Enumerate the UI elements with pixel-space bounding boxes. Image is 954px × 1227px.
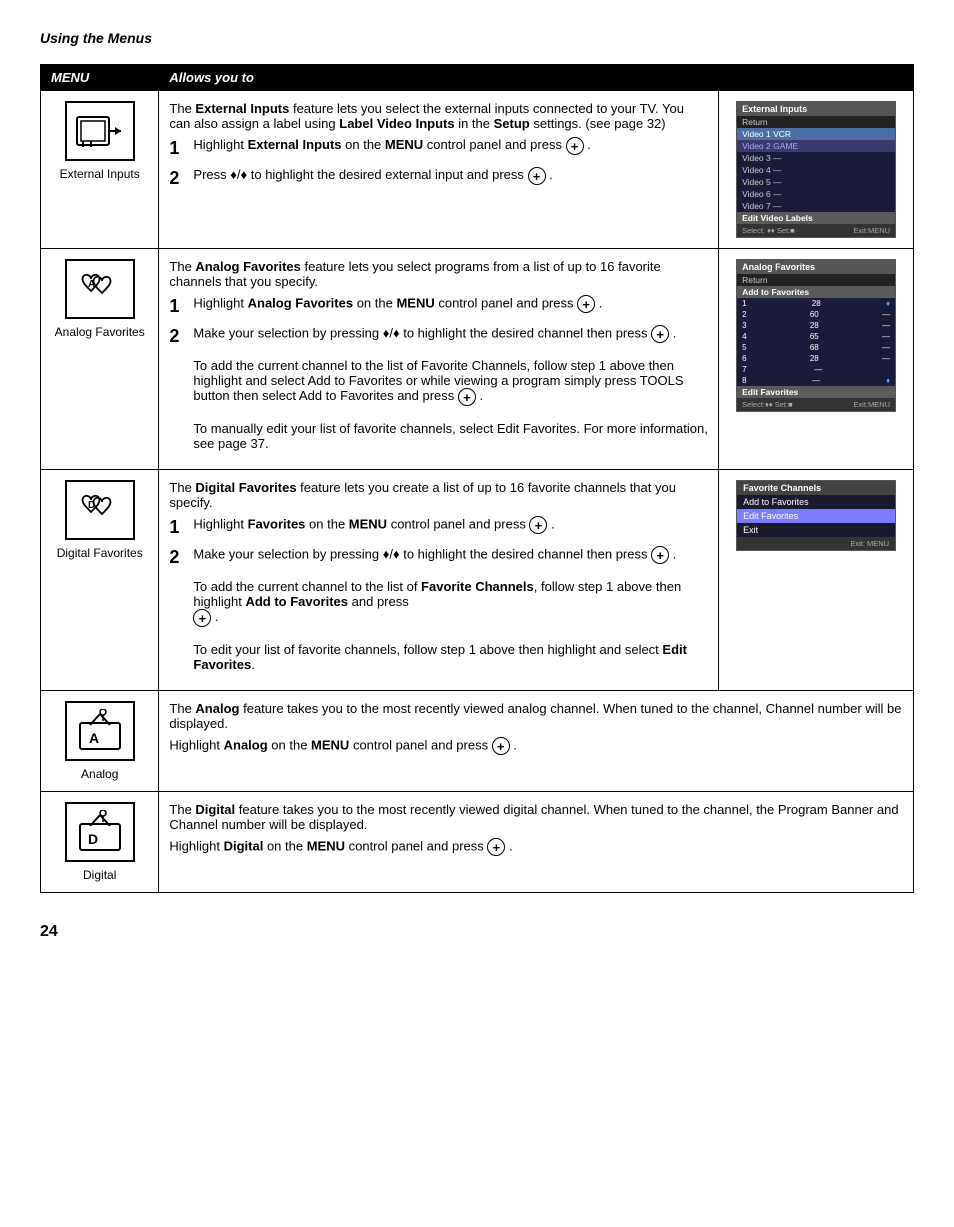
external-inputs-label: External Inputs (51, 167, 148, 181)
external-inputs-icon-cell: External Inputs (41, 91, 159, 249)
digital-icon-cell: D Digital (41, 792, 159, 893)
external-inputs-content: The External Inputs feature lets you sel… (159, 91, 719, 249)
analog-instruction: Highlight Analog on the MENU control pan… (169, 737, 903, 755)
row-digital-favorites: D Digital Favorites The Digital Favorite… (41, 470, 914, 691)
ei-step-2: 2 Press ♦/♦ to highlight the desired ext… (169, 167, 708, 189)
circle-btn-df-1: + (529, 516, 547, 534)
digital-favorites-screen: Favorite Channels Add to Favorites Edit … (719, 470, 914, 691)
digital-text: The Digital feature takes you to the mos… (169, 802, 903, 832)
svg-text:A: A (89, 730, 99, 746)
digital-content: The Digital feature takes you to the mos… (159, 792, 914, 893)
col-allows-header: Allows you to (159, 65, 914, 91)
analog-favorites-label: Analog Favorites (51, 325, 148, 339)
page-title: Using the Menus (40, 30, 914, 46)
row-digital: D Digital The Digital feature takes you … (41, 792, 914, 893)
df-step-2: 2 Make your selection by pressing ♦/♦ to… (169, 546, 708, 672)
page-number: 24 (40, 923, 914, 941)
circle-btn-af-3: + (458, 388, 476, 406)
circle-btn-analog: + (492, 737, 510, 755)
ei-step-1: 1 Highlight External Inputs on the MENU … (169, 137, 708, 159)
af-step-2: 2 Make your selection by pressing ♦/♦ to… (169, 325, 708, 451)
analog-icon: A (65, 701, 135, 761)
af-step-1: 1 Highlight Analog Favorites on the MENU… (169, 295, 708, 317)
digital-favorites-label: Digital Favorites (51, 546, 148, 560)
row-external-inputs: External Inputs The External Inputs feat… (41, 91, 914, 249)
external-inputs-icon (65, 101, 135, 161)
circle-btn-df-3: + (193, 609, 211, 627)
external-inputs-screen: External Inputs Return Video 1 VCR Video… (719, 91, 914, 249)
svg-text:A: A (88, 279, 95, 290)
analog-favorites-icon: A (65, 259, 135, 319)
main-table: MENU Allows you to External Inputs (40, 64, 914, 893)
digital-favorites-intro: The Digital Favorites feature lets you c… (169, 480, 708, 510)
digital-instruction: Highlight Digital on the MENU control pa… (169, 838, 903, 856)
analog-favorites-intro: The Analog Favorites feature lets you se… (169, 259, 708, 289)
analog-favorites-icon-cell: A Analog Favorites (41, 249, 159, 470)
circle-btn-af-1: + (577, 295, 595, 313)
circle-btn-ei-2: + (528, 167, 546, 185)
svg-text:D: D (88, 831, 98, 847)
digital-favorites-icon: D (65, 480, 135, 540)
circle-btn-df-2: + (651, 546, 669, 564)
analog-label: Analog (51, 767, 148, 781)
screen-external-inputs: External Inputs Return Video 1 VCR Video… (736, 101, 896, 238)
digital-icon: D (65, 802, 135, 862)
external-inputs-intro: The External Inputs feature lets you sel… (169, 101, 708, 131)
col-menu-header: MENU (41, 65, 159, 91)
digital-favorites-icon-cell: D Digital Favorites (41, 470, 159, 691)
circle-btn-ei-1: + (566, 137, 584, 155)
screen-digital-favorites: Favorite Channels Add to Favorites Edit … (736, 480, 896, 551)
df-step-1: 1 Highlight Favorites on the MENU contro… (169, 516, 708, 538)
circle-btn-digital: + (487, 838, 505, 856)
digital-label: Digital (51, 868, 148, 882)
digital-favorites-content: The Digital Favorites feature lets you c… (159, 470, 719, 691)
analog-favorites-content: The Analog Favorites feature lets you se… (159, 249, 719, 470)
analog-content: The Analog feature takes you to the most… (159, 691, 914, 792)
circle-btn-af-2: + (651, 325, 669, 343)
analog-favorites-screen: Analog Favorites Return Add to Favorites… (719, 249, 914, 470)
analog-icon-cell: A Analog (41, 691, 159, 792)
screen-analog-favorites: Analog Favorites Return Add to Favorites… (736, 259, 896, 412)
svg-text:D: D (88, 500, 95, 511)
analog-text: The Analog feature takes you to the most… (169, 701, 903, 731)
row-analog-favorites: A Analog Favorites The Analog Favorites … (41, 249, 914, 470)
row-analog: A Analog The Analog feature takes you to… (41, 691, 914, 792)
